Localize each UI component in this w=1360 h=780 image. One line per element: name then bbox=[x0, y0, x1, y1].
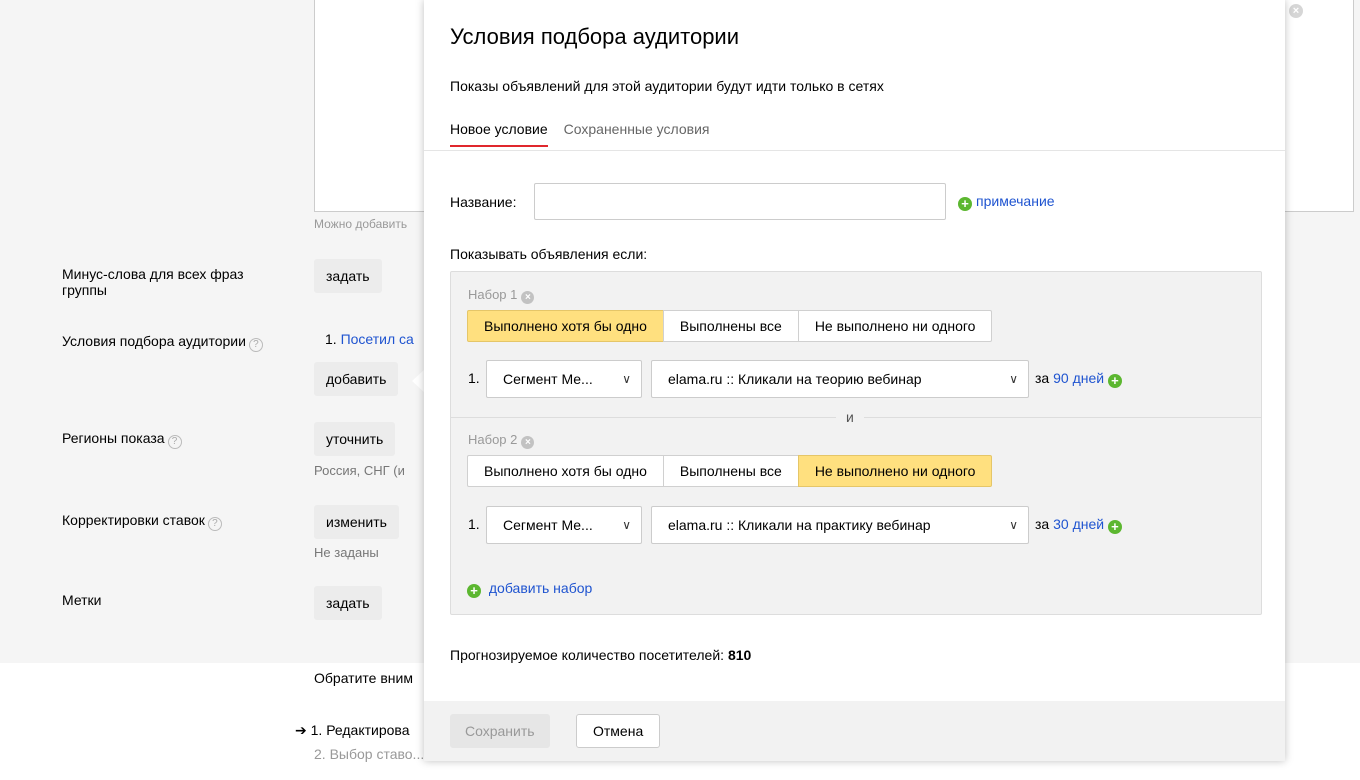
set-2-mode-switch: Выполнено хотя бы одно Выполнены все Не … bbox=[467, 455, 993, 487]
and-label: и bbox=[836, 409, 864, 425]
mode-at-least-one-button[interactable]: Выполнено хотя бы одно bbox=[467, 455, 664, 487]
set-2-title: Набор 2 × bbox=[468, 432, 535, 449]
step-next: 2. Выбор ставо... bbox=[314, 746, 425, 762]
dialog-description: Показы объявлений для этой аудитории буд… bbox=[450, 78, 884, 94]
set-1-mode-switch: Выполнено хотя бы одно Выполнены все Не … bbox=[467, 310, 993, 342]
mode-none-button[interactable]: Не выполнено ни одного bbox=[797, 310, 993, 342]
remove-set-icon[interactable]: × bbox=[521, 436, 535, 449]
bid-adjustments-change-button[interactable]: изменить bbox=[314, 505, 399, 539]
close-icon[interactable]: × bbox=[1289, 4, 1303, 18]
add-condition-plus-icon[interactable]: + bbox=[1107, 374, 1122, 388]
name-label: Название: bbox=[450, 194, 517, 210]
condition-sets: Набор 1 × Выполнено хотя бы одно Выполнен… bbox=[450, 271, 1262, 615]
condition-type-select[interactable]: Сегмент Ме... ∨ bbox=[486, 506, 642, 544]
textarea-hint: Можно добавить bbox=[314, 217, 408, 231]
condition-number: 1. bbox=[468, 370, 480, 386]
regions-label: Регионы показа? bbox=[62, 430, 282, 449]
condition-period: за 90 дней + bbox=[1035, 370, 1126, 388]
tags-set-button[interactable]: задать bbox=[314, 586, 382, 620]
step-current: ➔ 1. Редактирова bbox=[295, 722, 410, 738]
tab-saved-conditions[interactable]: Сохраненные условия bbox=[564, 121, 710, 145]
chevron-down-icon: ∨ bbox=[1009, 518, 1018, 532]
help-icon[interactable]: ? bbox=[167, 435, 182, 449]
help-icon[interactable]: ? bbox=[248, 338, 263, 352]
audience-conditions-dialog: Условия подбора аудитории Показы объявле… bbox=[424, 0, 1285, 761]
dialog-title: Условия подбора аудитории bbox=[450, 24, 740, 49]
regions-refine-button[interactable]: уточнить bbox=[314, 422, 396, 456]
add-note-link[interactable]: + примечание bbox=[958, 193, 1055, 211]
mode-all-button[interactable]: Выполнены все bbox=[662, 310, 799, 342]
notice-text: Обратите вним bbox=[314, 670, 413, 686]
remove-set-icon[interactable]: × bbox=[521, 291, 535, 304]
tab-new-condition[interactable]: Новое условие bbox=[450, 121, 548, 147]
audience-conditions-label: Условия подбора аудитории? bbox=[62, 333, 282, 352]
mode-at-least-one-button[interactable]: Выполнено хотя бы одно bbox=[467, 310, 664, 342]
tags-label: Метки bbox=[62, 592, 102, 608]
audience-condition-item: 1. Посетил са bbox=[325, 331, 414, 347]
regions-value: Россия, СНГ (и bbox=[314, 463, 405, 478]
bid-adjustments-value: Не заданы bbox=[314, 545, 379, 560]
cancel-button[interactable]: Отмена bbox=[576, 714, 661, 748]
condition-type-select[interactable]: Сегмент Ме... ∨ bbox=[486, 360, 642, 398]
forecast-value: 810 bbox=[727, 647, 752, 663]
segment-select[interactable]: elama.ru :: Кликали на практику вебинар ∨ bbox=[651, 506, 1029, 544]
period-link[interactable]: 90 дней bbox=[1053, 370, 1104, 386]
period-link[interactable]: 30 дней bbox=[1053, 516, 1104, 532]
minus-words-label: Минус-слова для всех фраз группы bbox=[62, 266, 244, 298]
show-if-label: Показывать объявления если: bbox=[450, 246, 648, 262]
save-button[interactable]: Сохранить bbox=[450, 714, 550, 748]
plus-icon: + bbox=[467, 584, 481, 598]
chevron-down-icon: ∨ bbox=[1009, 372, 1018, 386]
set-1-title: Набор 1 × bbox=[468, 287, 535, 304]
tabs-divider bbox=[424, 150, 1285, 151]
plus-icon: + bbox=[958, 197, 972, 211]
condition-period: за 30 дней + bbox=[1035, 516, 1126, 534]
mode-none-button[interactable]: Не выполнено ни одного bbox=[797, 455, 993, 487]
arrow-right-icon: ➔ bbox=[295, 722, 307, 738]
bid-adjustments-label: Корректировки ставок? bbox=[62, 512, 282, 531]
condition-number: 1. bbox=[468, 516, 480, 532]
audience-condition-link[interactable]: Посетил са bbox=[341, 331, 414, 347]
add-set-link[interactable]: + добавить набор bbox=[467, 580, 592, 598]
minus-words-set-button[interactable]: задать bbox=[314, 259, 382, 293]
chevron-down-icon: ∨ bbox=[622, 518, 631, 532]
tabs: Новое условие Сохраненные условия bbox=[450, 121, 725, 151]
name-input[interactable] bbox=[534, 183, 946, 220]
dialog-footer: Сохранить Отмена bbox=[424, 701, 1285, 761]
add-condition-plus-icon[interactable]: + bbox=[1107, 520, 1122, 534]
audience-add-button[interactable]: добавить bbox=[314, 362, 399, 396]
visitors-forecast: Прогнозируемое количество посетителей: 8… bbox=[450, 647, 752, 663]
help-icon[interactable]: ? bbox=[207, 517, 222, 531]
chevron-down-icon: ∨ bbox=[622, 372, 631, 386]
mode-all-button[interactable]: Выполнены все bbox=[662, 455, 799, 487]
segment-select[interactable]: elama.ru :: Кликали на теорию вебинар ∨ bbox=[651, 360, 1029, 398]
